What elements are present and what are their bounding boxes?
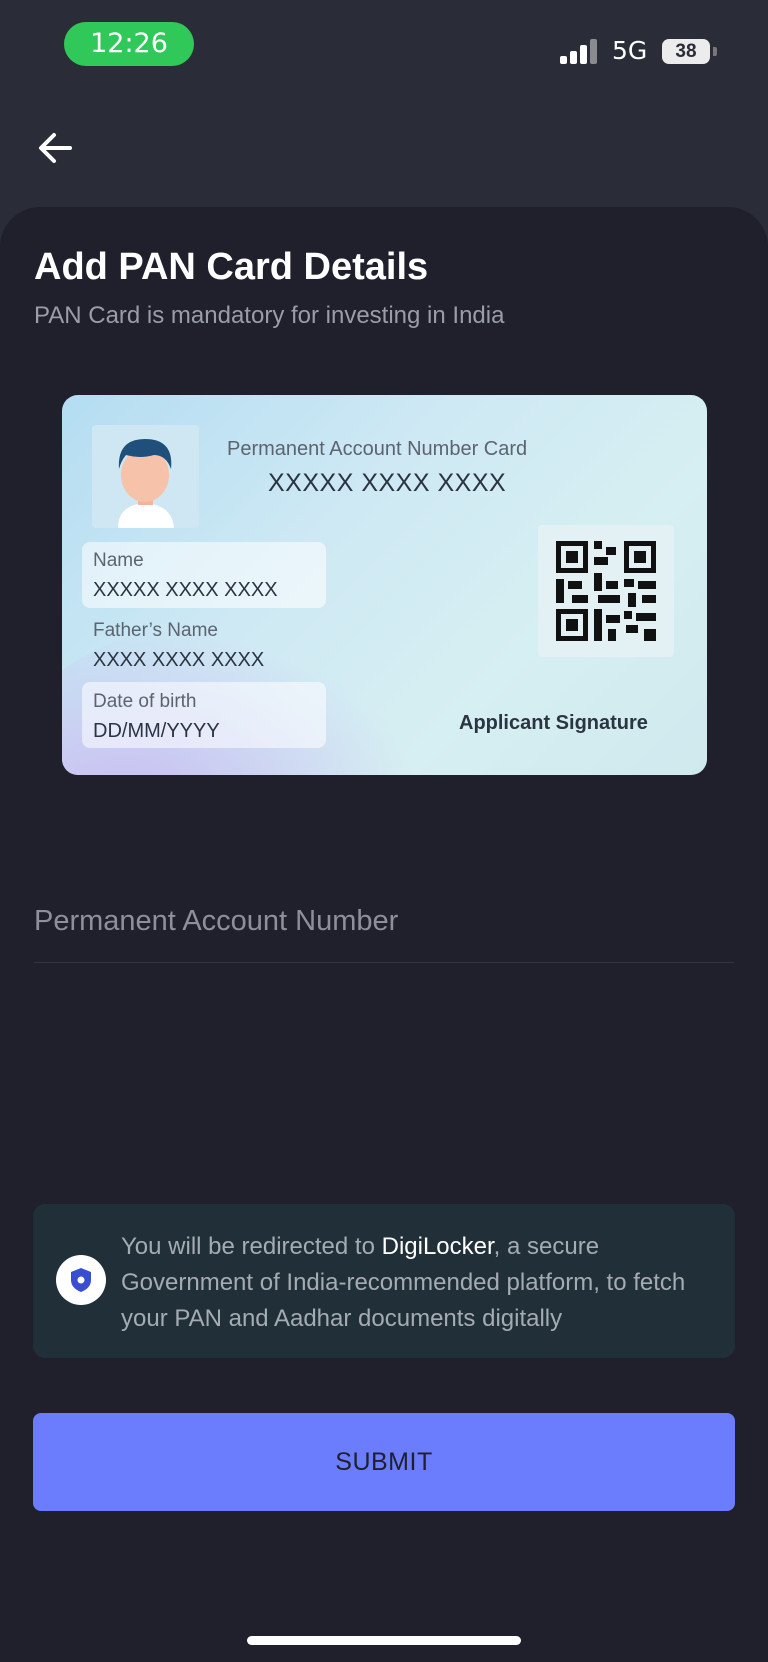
arrow-left-icon [39,133,72,163]
page-title: Add PAN Card Details [34,246,429,288]
network-type: 5G [612,36,648,65]
dob-value: DD/MM/YYYY [93,720,220,742]
status-bar: 12:26 5G 38 [0,0,768,90]
name-value: XXXXX XXXX XXXX [93,579,278,601]
digilocker-info-text: You will be redirected to DigiLocker, a … [121,1229,721,1337]
father-name-value: XXXX XXXX XXXX [93,649,265,671]
status-time: 12:26 [64,22,194,66]
battery-tip [713,47,717,56]
info-text-before: You will be redirected to [121,1233,382,1260]
pan-card-illustration: Permanent Account Number Card XXXXX XXXX… [62,395,707,775]
qr-code-icon [538,525,674,657]
battery-icon: 38 [662,39,710,64]
card-heading: Permanent Account Number Card [227,438,528,460]
dob-label: Date of birth [93,691,197,712]
pan-number-input[interactable] [34,880,734,963]
avatar-icon [92,425,199,528]
card-number: XXXXX XXXX XXXX [268,469,507,497]
applicant-signature-label: Applicant Signature [459,712,648,734]
shield-icon [56,1255,106,1305]
name-label: Name [93,550,144,571]
father-name-label: Father’s Name [93,620,218,641]
back-button[interactable] [30,122,82,174]
digilocker-info-box: You will be redirected to DigiLocker, a … [33,1204,735,1358]
submit-button[interactable]: SUBMIT [33,1413,735,1511]
page-subtitle: PAN Card is mandatory for investing in I… [34,302,505,329]
digilocker-highlight: DigiLocker [381,1233,494,1260]
home-indicator [247,1636,521,1645]
signal-icon [560,38,600,64]
